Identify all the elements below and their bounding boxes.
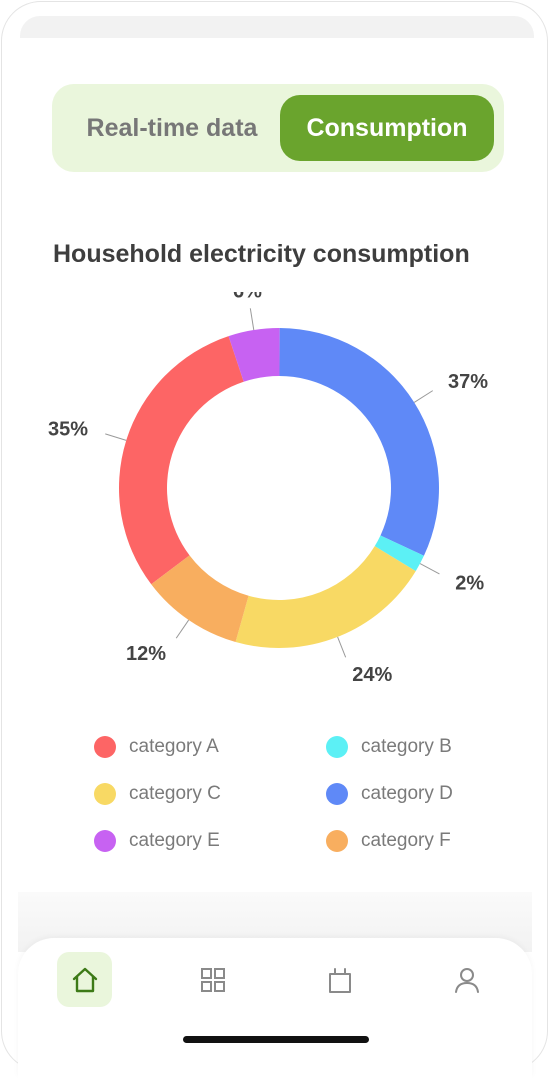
grid-icon xyxy=(200,967,225,992)
legend-item-category-a: category A xyxy=(94,732,219,762)
legend-label-f: category F xyxy=(361,830,451,851)
slice-category-C xyxy=(235,546,416,648)
tab-realtime-data[interactable]: Real-time data xyxy=(66,95,278,161)
legend-label-d: category D xyxy=(361,783,453,804)
legend-swatch-e xyxy=(94,830,116,852)
legend-item-category-c: category C xyxy=(94,779,221,809)
nav-profile-button[interactable] xyxy=(439,952,494,1007)
data-label-category-B: 2% xyxy=(455,572,484,594)
leader-line-category-F xyxy=(175,619,190,639)
home-icon xyxy=(72,967,97,992)
top-strip xyxy=(20,16,534,38)
legend-item-category-d: category D xyxy=(326,779,453,809)
data-label-category-A: 35% xyxy=(48,418,88,440)
data-label-category-C: 24% xyxy=(352,664,392,686)
plug-icon xyxy=(328,967,351,993)
legend-label-b: category B xyxy=(361,736,452,757)
bottom-nav xyxy=(18,938,532,1078)
data-label-category-F: 12% xyxy=(126,643,166,665)
nav-grid-button[interactable] xyxy=(185,952,240,1007)
leader-line-category-E xyxy=(249,308,255,331)
leader-line-category-D xyxy=(413,390,434,403)
chart-title: Household electricity consumption xyxy=(53,240,470,268)
legend-label-e: category E xyxy=(129,830,220,851)
donut-chart: 35% 6% 37% 2% 24% 12% xyxy=(48,292,488,686)
nav-home-button[interactable] xyxy=(57,952,112,1007)
user-icon xyxy=(454,967,479,993)
legend-swatch-c xyxy=(94,783,116,805)
legend-swatch-a xyxy=(94,736,116,758)
legend-item-category-b: category B xyxy=(326,732,452,762)
nav-plug-button[interactable] xyxy=(312,952,367,1007)
legend-swatch-b xyxy=(326,736,348,758)
leader-line-category-A xyxy=(105,433,127,441)
view-toggle: Real-time data Consumption xyxy=(52,84,504,172)
legend-swatch-f xyxy=(326,830,348,852)
data-label-category-E: 6% xyxy=(233,292,262,303)
legend-label-c: category C xyxy=(129,783,221,804)
leader-line-category-C xyxy=(337,636,347,658)
legend-item-category-f: category F xyxy=(326,826,451,856)
legend-swatch-d xyxy=(326,783,348,805)
legend-label-a: category A xyxy=(129,736,219,757)
tab-consumption[interactable]: Consumption xyxy=(280,95,494,161)
legend-item-category-e: category E xyxy=(94,826,220,856)
leader-line-category-B xyxy=(419,563,440,575)
slice-category-A xyxy=(119,336,244,585)
data-label-category-D: 37% xyxy=(448,371,488,393)
home-indicator xyxy=(183,1036,369,1043)
slice-category-D xyxy=(279,328,440,556)
